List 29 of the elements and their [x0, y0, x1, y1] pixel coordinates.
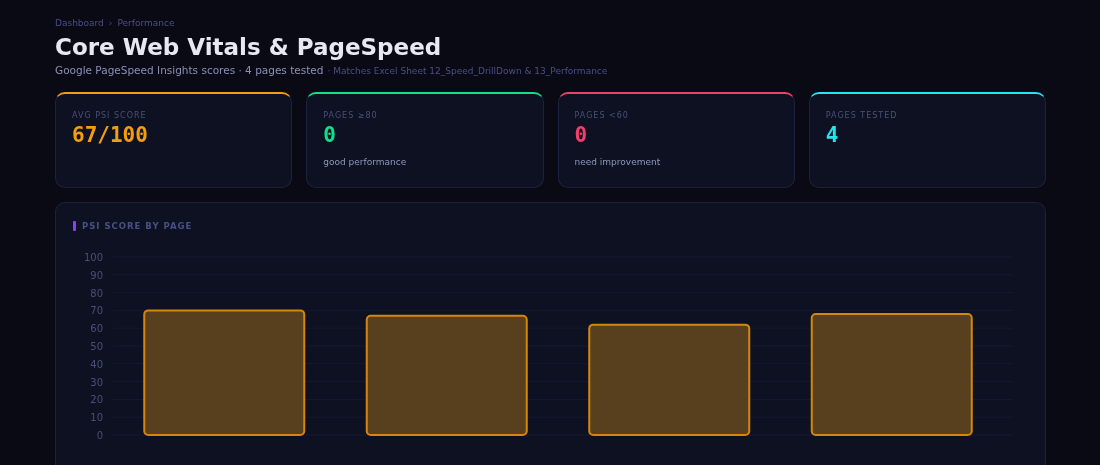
axis-tick-label: 80	[90, 287, 103, 299]
axis-tick-label: 60	[90, 323, 103, 335]
axis-tick-label: 100	[83, 252, 103, 263]
stat-label: PAGES <60	[574, 111, 630, 120]
axis-tick-label: 20	[90, 394, 103, 406]
stat-value: 0	[574, 123, 589, 147]
breadcrumb-link[interactable]: Performance	[117, 18, 175, 28]
axis-tick-label: 30	[90, 376, 103, 388]
page-title: Core Web Vitals & PageSpeed	[55, 34, 443, 60]
stat-caption: good performance	[323, 157, 408, 167]
axis-tick-label: 50	[90, 341, 103, 352]
axis-tick-label: 0	[96, 430, 103, 441]
source-note: · Matches Excel Sheet 12_Speed_DrillDown & 13_Performance	[327, 66, 608, 76]
axis-tick-label: 90	[90, 269, 103, 281]
axis-tick-label: 70	[90, 305, 103, 317]
stat-value: 0	[323, 123, 337, 147]
stat-label: PAGES ≥80	[323, 111, 379, 120]
axis-tick-label: 10	[90, 412, 103, 424]
stat-caption: need improvement	[574, 157, 662, 167]
stat-label: AVG PSI SCORE	[72, 111, 148, 120]
breadcrumb-separator: ›	[108, 18, 113, 28]
page-subtitle: Google PageSpeed Insights scores · 4 pages tested	[55, 64, 324, 76]
axis-tick-label: 40	[90, 358, 103, 370]
stat-value: 4	[825, 123, 840, 147]
breadcrumb-link[interactable]: Dashboard	[55, 18, 104, 28]
chart-title: PSI SCORE BY PAGE	[82, 221, 193, 231]
accent-bar-icon	[73, 221, 76, 231]
stat-label: PAGES TESTED	[825, 111, 899, 120]
stat-value: 67/100	[72, 123, 149, 147]
